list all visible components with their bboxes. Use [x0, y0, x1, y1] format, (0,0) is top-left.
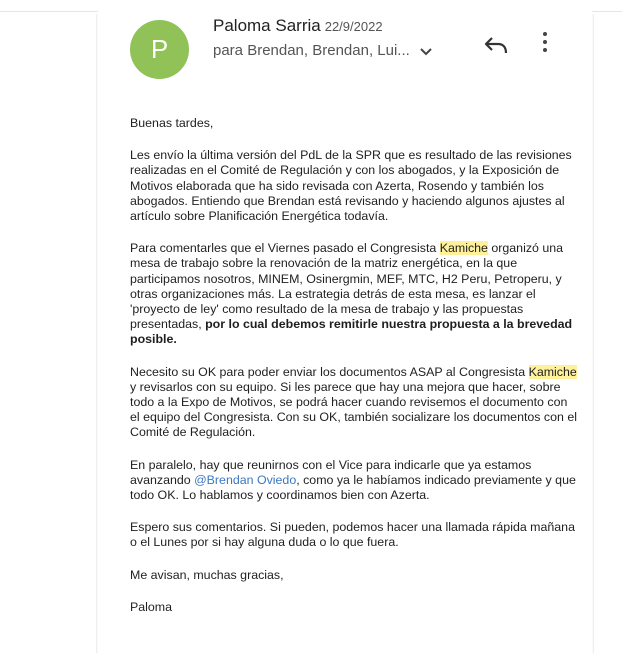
sender-name[interactable]: Paloma Sarria — [213, 16, 321, 35]
paragraph-3: Necesito su OK para poder enviar los doc… — [130, 364, 578, 441]
highlight-kamiche: Kamiche — [439, 241, 488, 256]
email-date: 22/9/2022 — [324, 19, 383, 34]
more-vert-icon-dot — [543, 48, 547, 52]
paragraph-6: Me avisan, muchas gracias, — [130, 567, 284, 582]
paragraph-2: Para comentarles que el Viernes pasado e… — [130, 241, 578, 347]
paragraph-3-text: y revisarlos con su equipo. Si les parec… — [130, 379, 577, 440]
paragraph-1: Les envío la última versión del PdL de l… — [130, 148, 572, 224]
more-options-button[interactable] — [540, 28, 550, 62]
more-vert-icon-dot — [543, 32, 547, 36]
reply-button[interactable] — [483, 36, 509, 56]
more-vert-icon-dot — [543, 40, 547, 44]
mention-link[interactable]: @Brendan Oviedo — [194, 473, 296, 487]
recipients-toggle[interactable]: para Brendan, Brendan, Lui... — [213, 42, 432, 60]
sender-line: Paloma Sarria 22/9/2022 — [213, 16, 383, 36]
email-header: P Paloma Sarria 22/9/2022 para Brendan, B… — [130, 14, 570, 84]
sheet-shadow-right — [592, 14, 594, 653]
highlight-kamiche: Kamiche — [528, 364, 577, 379]
greeting: Buenas tardes, — [130, 116, 214, 130]
paragraph-3-text: Necesito su OK para poder enviar los doc… — [130, 364, 529, 379]
paragraph-2-text: Para comentarles que el Viernes pasado e… — [130, 241, 440, 256]
paragraph-5: Espero sus comentarios. Si pueden, podem… — [130, 520, 575, 550]
reply-icon — [484, 37, 508, 54]
signature: Paloma — [130, 599, 173, 614]
recipients-text: para Brendan, Brendan, Lui... — [213, 42, 410, 59]
paragraph-4: En paralelo, hay que reunirnos con el Vi… — [130, 458, 578, 504]
email-body: Buenas tardes, Les envío la última versi… — [130, 116, 578, 632]
avatar[interactable]: P — [130, 20, 189, 79]
chevron-down-icon[interactable] — [420, 43, 432, 60]
